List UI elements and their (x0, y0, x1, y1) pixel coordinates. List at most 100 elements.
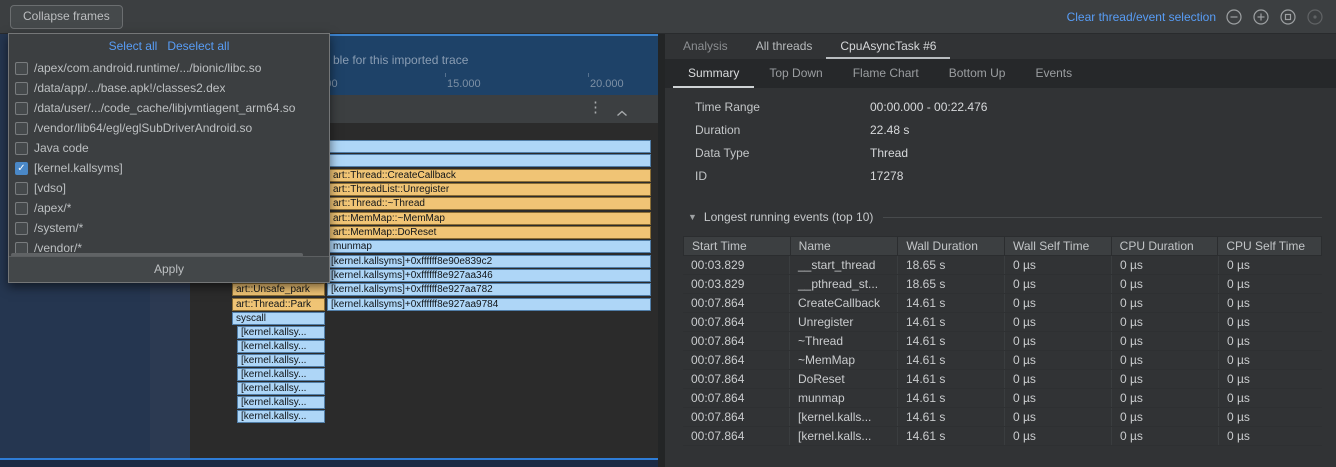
subtab-bottom-up[interactable]: Bottom Up (934, 59, 1021, 88)
column-header[interactable]: Name (791, 237, 899, 255)
flame-bar[interactable]: art::Thread::Park (232, 298, 325, 311)
tab-all-threads[interactable]: All threads (742, 33, 827, 59)
table-row[interactable]: 00:07.864[kernel.kalls...14.61 s0 µs0 µs… (683, 408, 1322, 427)
summary-value: 17278 (870, 169, 903, 183)
table-row[interactable]: 00:07.864~MemMap14.61 s0 µs0 µs0 µs (683, 351, 1322, 370)
reset-zoom-icon[interactable] (1279, 8, 1297, 26)
flame-bar[interactable]: [kernel.kallsyms]+0xffffff8e927aa9784 (327, 298, 651, 311)
flame-bar[interactable]: [kernel.kallsy... (237, 396, 325, 409)
table-row[interactable]: 00:07.864~Thread14.61 s0 µs0 µs0 µs (683, 332, 1322, 351)
flame-bar[interactable]: [kernel.kallsy... (237, 326, 325, 339)
summary-label: Data Type (695, 146, 870, 160)
zoom-in-icon[interactable] (1252, 8, 1270, 26)
table-cell: 0 µs (1005, 256, 1112, 274)
flame-bar[interactable]: syscall (232, 312, 325, 325)
table-cell: 14.61 s (898, 427, 1005, 445)
cpu-profiler-window: ble for this imported trace 10.00015.000… (0, 0, 1336, 467)
filter-item[interactable]: /data/app/.../base.apk!/classes2.dex (9, 78, 329, 98)
table-cell: 00:07.864 (683, 408, 790, 426)
chevron-up-icon[interactable] (616, 104, 628, 122)
table-cell: 14.61 s (898, 332, 1005, 350)
table-cell: 0 µs (1219, 332, 1322, 350)
filter-item-label: /data/user/.../code_cache/libjvmtiagent_… (34, 101, 295, 115)
filter-item-label: Java code (34, 141, 89, 155)
flame-bar[interactable]: [kernel.kallsy... (237, 382, 325, 395)
table-cell: [kernel.kalls... (790, 408, 898, 426)
zoom-out-icon[interactable] (1225, 8, 1243, 26)
filter-item[interactable]: /vendor/lib64/egl/eglSubDriverAndroid.so (9, 118, 329, 138)
events-table-body: 00:03.829__start_thread18.65 s0 µs0 µs0 … (683, 256, 1322, 446)
events-section-header: Longest running events (top 10) (688, 209, 1322, 225)
filter-item[interactable]: /data/user/.../code_cache/libjvmtiagent_… (9, 98, 329, 118)
clear-selection-link[interactable]: Clear thread/event selection (1067, 10, 1216, 24)
filter-item[interactable]: /apex/com.android.runtime/.../bionic/lib… (9, 58, 329, 78)
filter-checkbox[interactable] (15, 82, 28, 95)
flame-bar[interactable]: [kernel.kallsy... (237, 410, 325, 423)
column-header[interactable]: CPU Duration (1112, 237, 1219, 255)
filter-item[interactable]: [kernel.kallsyms] (9, 158, 329, 178)
subtab-top-down[interactable]: Top Down (754, 59, 837, 88)
flame-bar[interactable]: [kernel.kallsyms]+0xffffff8e90e839c2 (327, 255, 651, 268)
subtab-events[interactable]: Events (1020, 59, 1087, 88)
table-cell: 0 µs (1005, 370, 1112, 388)
flame-bar[interactable]: [kernel.kallsyms]+0xffffff8e927aa782 (327, 283, 651, 296)
tab-analysis[interactable]: Analysis (669, 33, 742, 59)
filter-checkbox[interactable] (15, 222, 28, 235)
kebab-menu-icon[interactable] (588, 100, 603, 116)
filter-checkbox[interactable] (15, 182, 28, 195)
filter-checkbox[interactable] (15, 62, 28, 75)
filter-item-label: /apex/* (34, 201, 71, 215)
zoom-to-selection-icon[interactable] (1306, 8, 1324, 26)
flame-bar[interactable]: [kernel.kallsy... (237, 354, 325, 367)
table-row[interactable]: 00:03.829__start_thread18.65 s0 µs0 µs0 … (683, 256, 1322, 275)
table-cell: 00:07.864 (683, 332, 790, 350)
table-row[interactable]: 00:07.864DoReset14.61 s0 µs0 µs0 µs (683, 370, 1322, 389)
table-row[interactable]: 00:03.829__pthread_st...18.65 s0 µs0 µs0… (683, 275, 1322, 294)
table-cell: 00:03.829 (683, 256, 790, 274)
table-cell: 0 µs (1112, 389, 1219, 407)
table-cell: 0 µs (1005, 332, 1112, 350)
filter-item-label: /system/* (34, 221, 83, 235)
column-header[interactable]: Wall Self Time (1005, 237, 1112, 255)
table-cell: 14.61 s (898, 294, 1005, 312)
flame-bar[interactable]: [kernel.kallsyms]+0xffffff8e927aa346 (327, 269, 651, 282)
filter-item[interactable]: /system/* (9, 218, 329, 238)
subtab-flame-chart[interactable]: Flame Chart (838, 59, 934, 88)
subtab-summary[interactable]: Summary (673, 59, 754, 88)
table-row[interactable]: 00:07.864[kernel.kalls...14.61 s0 µs0 µs… (683, 427, 1322, 446)
flame-bar[interactable]: art::Unsafe_park (232, 283, 325, 296)
table-cell: 0 µs (1112, 313, 1219, 331)
flame-bar[interactable]: [kernel.kallsy... (237, 368, 325, 381)
filter-checkbox[interactable] (15, 162, 28, 175)
select-all-link[interactable]: Select all (109, 39, 158, 53)
timeline-tick-label: 20.000 (590, 78, 624, 90)
flame-bar-label: [kernel.kallsy... (241, 369, 306, 380)
summary-row: Data TypeThread (695, 146, 1315, 169)
section-collapse-icon[interactable] (688, 212, 697, 222)
filter-item[interactable]: [vdso] (9, 178, 329, 198)
filter-checkbox[interactable] (15, 142, 28, 155)
filter-checkbox[interactable] (15, 102, 28, 115)
column-header[interactable]: CPU Self Time (1218, 237, 1321, 255)
deselect-all-link[interactable]: Deselect all (167, 39, 229, 53)
apply-button[interactable]: Apply (9, 256, 329, 282)
filter-item[interactable]: /apex/* (9, 198, 329, 218)
toolbar: Collapse frames Clear thread/event selec… (0, 0, 1336, 34)
filter-popup-links: Select all Deselect all (9, 34, 329, 58)
flame-bar[interactable]: [kernel.kallsy... (237, 340, 325, 353)
collapse-frames-button[interactable]: Collapse frames (10, 5, 123, 29)
flame-bar-label: [kernel.kallsy... (241, 383, 306, 394)
table-cell: 00:03.829 (683, 275, 790, 293)
timeline-message: ble for this imported trace (333, 53, 468, 67)
table-row[interactable]: 00:07.864Unregister14.61 s0 µs0 µs0 µs (683, 313, 1322, 332)
panel-divider[interactable] (658, 33, 665, 467)
table-row[interactable]: 00:07.864munmap14.61 s0 µs0 µs0 µs (683, 389, 1322, 408)
filter-item[interactable]: Java code (9, 138, 329, 158)
filter-checkbox[interactable] (15, 122, 28, 135)
column-header[interactable]: Start Time (684, 237, 791, 255)
filter-checkbox[interactable] (15, 202, 28, 215)
table-row[interactable]: 00:07.864CreateCallback14.61 s0 µs0 µs0 … (683, 294, 1322, 313)
tab-cpuasynctask-6[interactable]: CpuAsyncTask #6 (826, 33, 950, 59)
column-header[interactable]: Wall Duration (898, 237, 1005, 255)
flame-bar-label: art::MemMap::~MemMap (333, 213, 445, 224)
